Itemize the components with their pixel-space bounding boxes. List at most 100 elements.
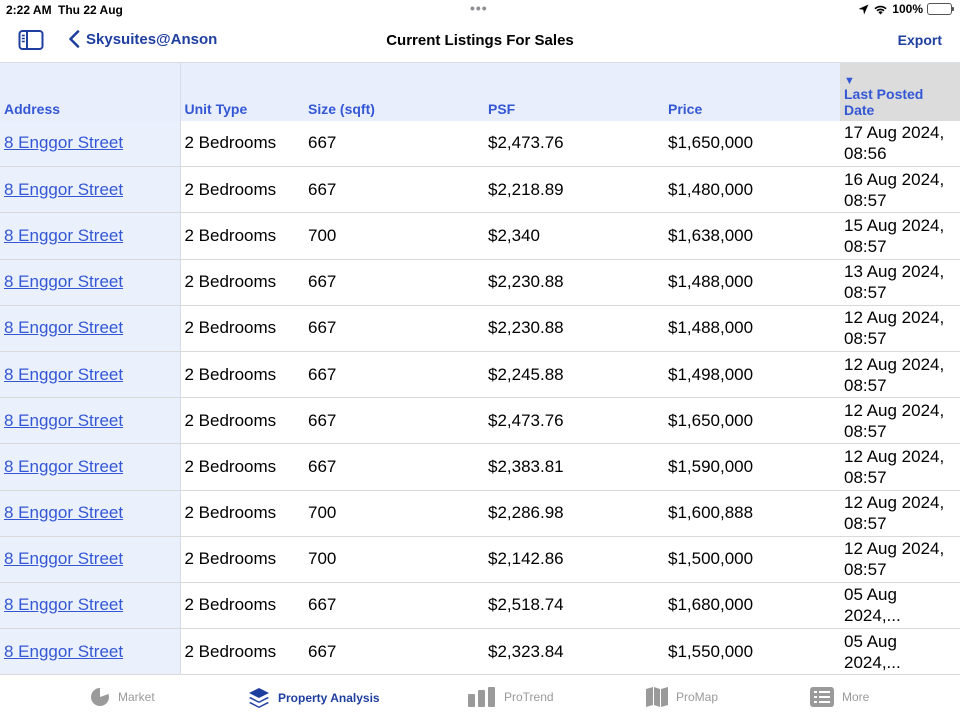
unit-type-cell: 2 Bedrooms (180, 490, 304, 537)
column-header-date-label: Last Posted Date (844, 85, 924, 118)
column-header-unit-type[interactable]: Unit Type (180, 62, 304, 121)
date-cell: 13 Aug 2024, 08:57 (840, 259, 960, 306)
table-row: 8 Enggor Street 2 Bedrooms 700 $2,340 $1,638… (0, 212, 960, 260)
multitasking-dots-icon[interactable]: ••• (470, 0, 488, 16)
price-cell: $1,600,888 (664, 490, 840, 537)
psf-cell: $2,383.81 (484, 443, 664, 491)
price-cell: $1,488,000 (664, 259, 840, 306)
address-link[interactable]: 8 Enggor Street (4, 457, 123, 476)
export-button[interactable]: Export (898, 32, 942, 48)
price-cell: $1,488,000 (664, 305, 840, 352)
size-cell: 700 (304, 212, 484, 260)
date-cell: 05 Aug 2024,... (840, 628, 960, 674)
column-header-address[interactable]: Address (0, 62, 181, 121)
size-cell: 667 (304, 397, 484, 445)
wifi-icon (874, 5, 887, 15)
unit-type-cell: 2 Bedrooms (180, 536, 304, 583)
tab-label: ProTrend (504, 690, 554, 704)
column-header-size[interactable]: Size (sqft) (304, 62, 484, 121)
status-bar: 2:22 AM Thu 22 Aug ••• 100% (0, 0, 960, 20)
table-header-row: Address Unit Type Size (sqft) PSF Price … (0, 62, 960, 121)
list-icon (810, 687, 834, 707)
chevron-left-icon (69, 30, 80, 48)
pie-chart-icon (91, 688, 109, 706)
status-right: 100% (858, 2, 954, 16)
table-row: 8 Enggor Street 2 Bedrooms 667 $2,230.88 $1,… (0, 259, 960, 306)
back-button[interactable]: Skysuites@Anson (68, 30, 217, 48)
psf-cell: $2,323.84 (484, 628, 664, 674)
size-cell: 700 (304, 490, 484, 537)
price-cell: $1,590,000 (664, 443, 840, 491)
size-cell: 667 (304, 166, 484, 214)
price-cell: $1,550,000 (664, 628, 840, 674)
address-link[interactable]: 8 Enggor Street (4, 318, 123, 337)
address-link[interactable]: 8 Enggor Street (4, 226, 123, 245)
address-link[interactable]: 8 Enggor Street (4, 549, 123, 568)
sort-descending-icon: ▼ (844, 74, 855, 87)
listings-table: Address Unit Type Size (sqft) PSF Price … (0, 62, 960, 674)
tab-promap[interactable]: ProMap (646, 687, 718, 707)
date-cell: 12 Aug 2024, 08:57 (840, 536, 960, 583)
address-link[interactable]: 8 Enggor Street (4, 503, 123, 522)
price-cell: $1,498,000 (664, 351, 840, 399)
tab-market[interactable]: Market (90, 687, 155, 707)
date-cell: 15 Aug 2024, 08:57 (840, 212, 960, 260)
psf-cell: $2,473.76 (484, 120, 664, 168)
unit-type-cell: 2 Bedrooms (180, 351, 304, 399)
size-cell: 667 (304, 305, 484, 352)
unit-type-cell: 2 Bedrooms (180, 259, 304, 306)
column-header-last-posted-date[interactable]: ▼ Last Posted Date (840, 62, 960, 121)
psf-cell: $2,230.88 (484, 305, 664, 352)
unit-type-cell: 2 Bedrooms (180, 166, 304, 214)
address-link[interactable]: 8 Enggor Street (4, 411, 123, 430)
address-link[interactable]: 8 Enggor Street (4, 133, 123, 152)
table-row: 8 Enggor Street 2 Bedrooms 667 $2,245.88 $1,… (0, 351, 960, 399)
tab-label: Property Analysis (278, 691, 380, 705)
table-row: 8 Enggor Street 2 Bedrooms 700 $2,142.86 $1,… (0, 536, 960, 583)
unit-type-cell: 2 Bedrooms (180, 443, 304, 491)
layers-icon (249, 688, 269, 708)
address-link[interactable]: 8 Enggor Street (4, 642, 123, 661)
status-time: 2:22 AM (6, 3, 52, 17)
navigation-bar: Skysuites@Anson Current Listings For Sal… (0, 20, 960, 62)
battery-icon (927, 3, 954, 15)
column-header-psf[interactable]: PSF (484, 62, 664, 121)
tab-more[interactable]: More (810, 687, 869, 707)
sidebar-toggle-icon[interactable] (18, 29, 44, 51)
psf-cell: $2,518.74 (484, 582, 664, 630)
date-cell: 16 Aug 2024, 08:57 (840, 166, 960, 214)
price-cell: $1,650,000 (664, 397, 840, 445)
table-row: 8 Enggor Street 2 Bedrooms 667 $2,473.76 $1,… (0, 397, 960, 445)
location-arrow-icon (858, 4, 869, 14)
table-row: 8 Enggor Street 2 Bedrooms 667 $2,383.81 $1,… (0, 443, 960, 491)
price-cell: $1,650,000 (664, 120, 840, 168)
tab-property-analysis[interactable]: Property Analysis (248, 687, 380, 709)
psf-cell: $2,218.89 (484, 166, 664, 214)
listings-table-container[interactable]: Address Unit Type Size (sqft) PSF Price … (0, 62, 960, 674)
tab-label: Market (118, 690, 155, 704)
tab-protrend[interactable]: ProTrend (468, 687, 554, 707)
date-cell: 12 Aug 2024, 08:57 (840, 305, 960, 352)
table-row: 8 Enggor Street 2 Bedrooms 700 $2,286.98 $1,… (0, 490, 960, 537)
date-cell: 12 Aug 2024, 08:57 (840, 351, 960, 399)
address-link[interactable]: 8 Enggor Street (4, 180, 123, 199)
address-link[interactable]: 8 Enggor Street (4, 365, 123, 384)
size-cell: 667 (304, 120, 484, 168)
address-link[interactable]: 8 Enggor Street (4, 272, 123, 291)
psf-cell: $2,286.98 (484, 490, 664, 537)
column-header-price[interactable]: Price (664, 62, 840, 121)
size-cell: 667 (304, 259, 484, 306)
address-link[interactable]: 8 Enggor Street (4, 595, 123, 614)
price-cell: $1,680,000 (664, 582, 840, 630)
price-cell: $1,500,000 (664, 536, 840, 583)
size-cell: 667 (304, 628, 484, 674)
page-title: Current Listings For Sales (386, 32, 574, 49)
table-row: 8 Enggor Street 2 Bedrooms 667 $2,518.74 $1,… (0, 582, 960, 630)
date-cell: 17 Aug 2024, 08:56 (840, 120, 960, 168)
price-cell: $1,638,000 (664, 212, 840, 260)
table-row: 8 Enggor Street 2 Bedrooms 667 $2,230.88 $1,… (0, 305, 960, 352)
unit-type-cell: 2 Bedrooms (180, 397, 304, 445)
size-cell: 667 (304, 582, 484, 630)
psf-cell: $2,142.86 (484, 536, 664, 583)
unit-type-cell: 2 Bedrooms (180, 212, 304, 260)
